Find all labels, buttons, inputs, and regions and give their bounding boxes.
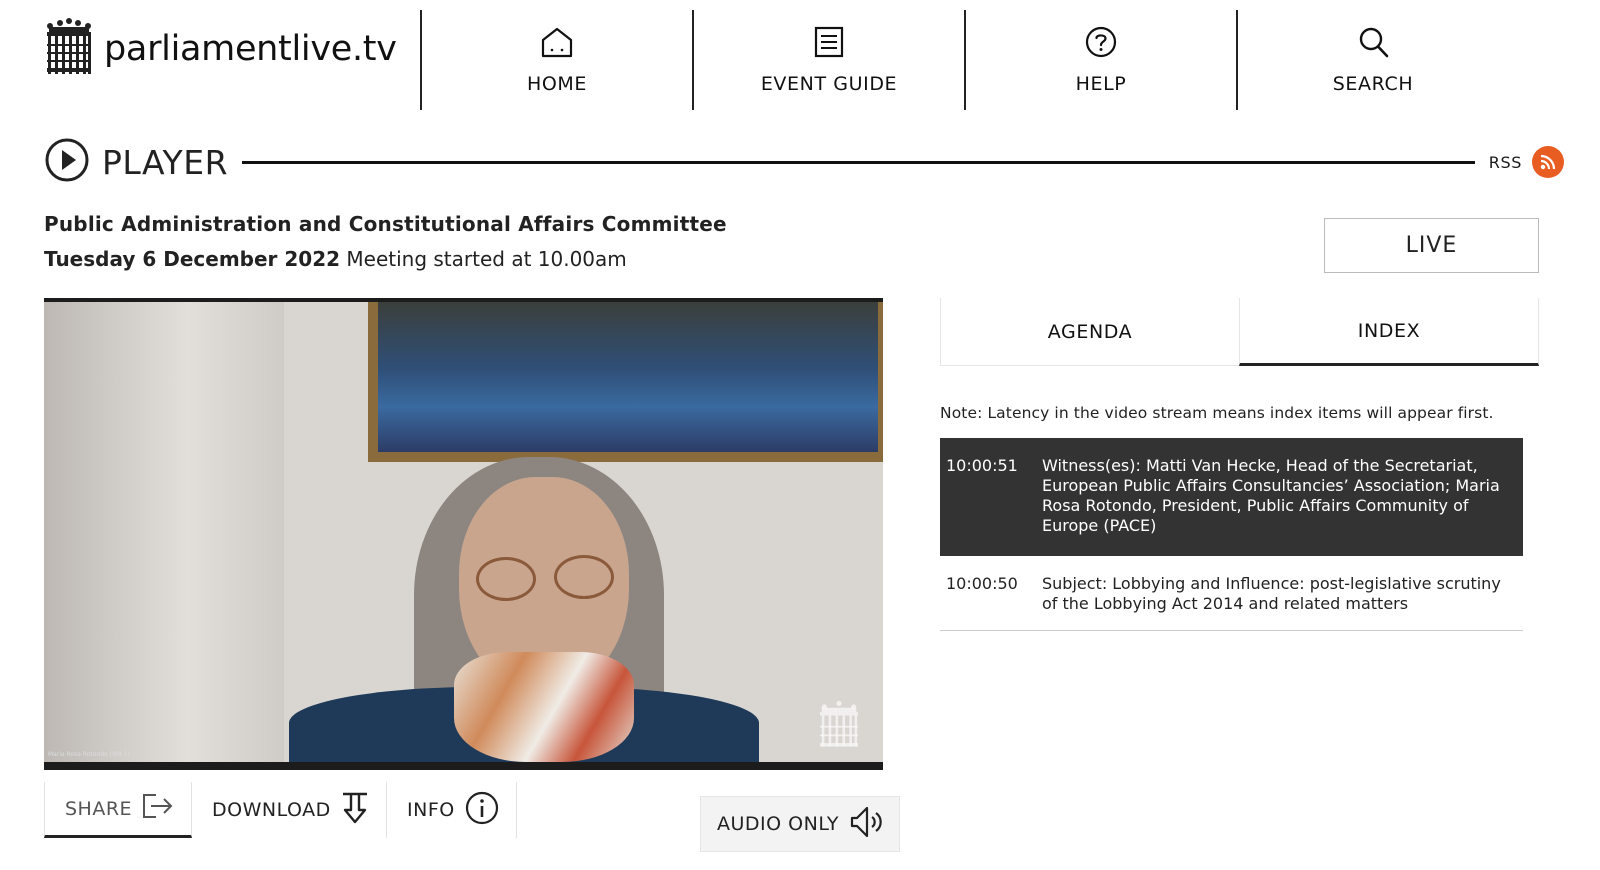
nav-home[interactable]: HOME (420, 10, 692, 110)
index-item-current[interactable]: 10:00:51 Witness(es): Matti Van Hecke, H… (940, 438, 1523, 556)
index-time: 10:00:51 (946, 456, 1018, 475)
nav-event-guide[interactable]: EVENT GUIDE (692, 10, 964, 110)
panel-tabs: AGENDA INDEX (940, 298, 1539, 366)
play-circle-icon (44, 137, 90, 187)
index-time: 10:00:50 (946, 574, 1018, 593)
search-icon (1356, 25, 1390, 73)
meeting-info: Tuesday 6 December 2022 Meeting started … (44, 247, 627, 271)
site-logo[interactable]: parliamentlive.tv (44, 18, 397, 80)
main-nav: HOME EVENT GUIDE HELP SEARCH (420, 10, 1508, 110)
audio-only-label: AUDIO ONLY (717, 813, 839, 835)
nav-search[interactable]: SEARCH (1236, 10, 1508, 110)
home-icon (540, 25, 574, 73)
help-icon (1084, 25, 1118, 73)
video-frame: Maria Rosa Rotondo (W8 1) (44, 302, 883, 762)
site-name: parliamentlive.tv (104, 29, 397, 69)
index-text: Witness(es): Matti Van Hecke, Head of th… (1042, 456, 1500, 535)
document-icon (812, 25, 846, 73)
player-actions: SHARE DOWNLOAD INFO (44, 782, 517, 838)
share-button[interactable]: SHARE (44, 782, 192, 838)
nav-help-label: HELP (1075, 73, 1127, 95)
nav-search-label: SEARCH (1332, 73, 1414, 95)
download-label: DOWNLOAD (212, 799, 331, 821)
player-heading-bar: PLAYER RSS (44, 137, 1564, 187)
video-speaker-caption: Maria Rosa Rotondo (W8 1) (48, 751, 130, 758)
speaker-icon (839, 805, 883, 844)
tab-index[interactable]: INDEX (1239, 298, 1539, 366)
share-label: SHARE (65, 797, 133, 820)
portcullis-logo-icon (44, 18, 94, 80)
video-player[interactable]: Maria Rosa Rotondo (W8 1) (44, 298, 883, 770)
meeting-start-time: Meeting started at 10.00am (346, 247, 627, 271)
nav-event-guide-label: EVENT GUIDE (760, 73, 898, 95)
audio-only-button[interactable]: AUDIO ONLY (700, 796, 900, 852)
tab-agenda[interactable]: AGENDA (940, 298, 1239, 366)
download-icon (331, 792, 369, 829)
rss-icon (1540, 154, 1556, 170)
portcullis-watermark-icon (817, 700, 861, 754)
nav-help[interactable]: HELP (964, 10, 1236, 110)
share-icon (132, 793, 174, 824)
info-button[interactable]: INFO (387, 782, 517, 838)
meeting-date: Tuesday 6 December 2022 (44, 247, 341, 271)
site-header: parliamentlive.tv HOME EVENT GUIDE HELP … (0, 0, 1600, 112)
info-icon (455, 791, 499, 830)
download-button[interactable]: DOWNLOAD (192, 782, 387, 838)
background-painting (368, 302, 883, 462)
live-button[interactable]: LIVE (1324, 218, 1539, 273)
nav-home-label: HOME (526, 73, 588, 95)
rss-button[interactable] (1532, 146, 1564, 178)
committee-name: Public Administration and Constitutional… (44, 212, 727, 236)
info-label: INFO (407, 799, 455, 821)
rss-label[interactable]: RSS (1489, 153, 1522, 172)
index-list: 10:00:51 Witness(es): Matti Van Hecke, H… (940, 438, 1523, 631)
player-title: PLAYER (102, 142, 228, 182)
latency-note: Note: Latency in the video stream means … (940, 404, 1494, 422)
title-divider (242, 160, 1475, 164)
index-item[interactable]: 10:00:50 Subject: Lobbying and Influence… (940, 556, 1523, 631)
index-text: Subject: Lobbying and Influence: post-le… (1042, 574, 1501, 613)
